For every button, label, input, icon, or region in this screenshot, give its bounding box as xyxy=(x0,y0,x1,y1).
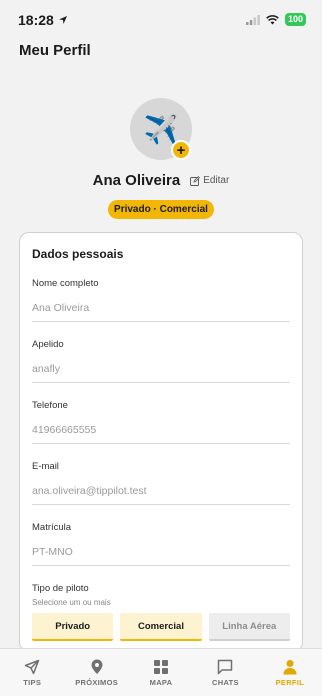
edit-profile-button[interactable]: Editar xyxy=(190,175,229,186)
plus-icon: + xyxy=(176,141,186,159)
field-label: Matrícula xyxy=(32,522,72,533)
pilot-option-comercial[interactable]: Comercial xyxy=(120,613,202,641)
field-label: E-mail xyxy=(32,461,59,472)
user-name: Ana Oliveira xyxy=(92,172,181,189)
battery-indicator: 100 xyxy=(284,13,306,26)
pilot-type-hint: Selecione um ou mais xyxy=(32,598,111,607)
field-label: Nome completo xyxy=(32,278,99,289)
phone-input[interactable]: 41966665555 xyxy=(32,424,290,444)
pilot-option-linha-aerea[interactable]: Linha Aérea xyxy=(208,613,290,641)
status-time-text: 18:28 xyxy=(18,12,54,28)
pencil-square-icon xyxy=(190,175,201,186)
tab-label: CHATS xyxy=(212,678,239,687)
nickname-input[interactable]: anafly xyxy=(32,363,290,383)
tab-mapa[interactable]: MAPA xyxy=(129,649,193,696)
pilot-type-label: Tipo de piloto xyxy=(32,583,89,594)
phone-field[interactable]: Telefone 41966665555 xyxy=(32,400,290,444)
tab-perfil[interactable]: PERFIL xyxy=(258,649,322,696)
pilot-type-options: Privado Comercial Linha Aérea xyxy=(32,613,290,641)
status-bar: 18:28 100 xyxy=(0,0,322,38)
grid-icon xyxy=(154,660,169,674)
airplane-icon: ✈️ xyxy=(143,113,179,145)
edit-label: Editar xyxy=(203,175,230,186)
add-photo-button[interactable]: + xyxy=(171,140,191,160)
email-input[interactable]: ana.oliveira@tippilot.test xyxy=(32,485,290,505)
name-row: Ana Oliveira Editar xyxy=(0,172,322,189)
role-badge: Privado · Comercial xyxy=(108,200,214,219)
full-name-field[interactable]: Nome completo Ana Oliveira xyxy=(32,278,290,322)
tab-label: PRÓXIMOS xyxy=(75,678,119,687)
tab-label: MAPA xyxy=(149,678,173,687)
email-field[interactable]: E-mail ana.oliveira@tippilot.test xyxy=(32,461,290,505)
person-icon xyxy=(283,660,297,675)
chat-icon xyxy=(218,659,233,675)
registration-input[interactable]: PT-MNO xyxy=(32,546,290,566)
personal-data-card: Dados pessoais Nome completo Ana Oliveir… xyxy=(19,232,303,652)
status-right: 100 xyxy=(245,13,306,26)
tab-label: PERFIL xyxy=(275,678,305,687)
status-time: 18:28 xyxy=(18,12,68,28)
send-icon xyxy=(24,659,40,675)
field-label: Apelido xyxy=(32,339,64,350)
full-name-input[interactable]: Ana Oliveira xyxy=(32,302,290,322)
card-title: Dados pessoais xyxy=(32,247,124,261)
cellular-signal-icon xyxy=(245,14,260,25)
page-title: Meu Perfil xyxy=(19,42,91,59)
field-label: Telefone xyxy=(32,400,68,411)
tab-bar: TIPS PRÓXIMOS MAPA CHATS PERFIL xyxy=(0,648,322,696)
tab-tips[interactable]: TIPS xyxy=(0,649,64,696)
location-pin-icon xyxy=(91,659,103,674)
tab-chats[interactable]: CHATS xyxy=(193,649,257,696)
tab-proximos[interactable]: PRÓXIMOS xyxy=(64,649,128,696)
nickname-field[interactable]: Apelido anafly xyxy=(32,339,290,383)
pilot-option-privado[interactable]: Privado xyxy=(32,613,114,641)
location-arrow-icon xyxy=(58,16,67,24)
tab-label: TIPS xyxy=(23,678,42,687)
registration-field[interactable]: Matrícula PT-MNO xyxy=(32,522,290,566)
wifi-icon xyxy=(266,14,279,24)
